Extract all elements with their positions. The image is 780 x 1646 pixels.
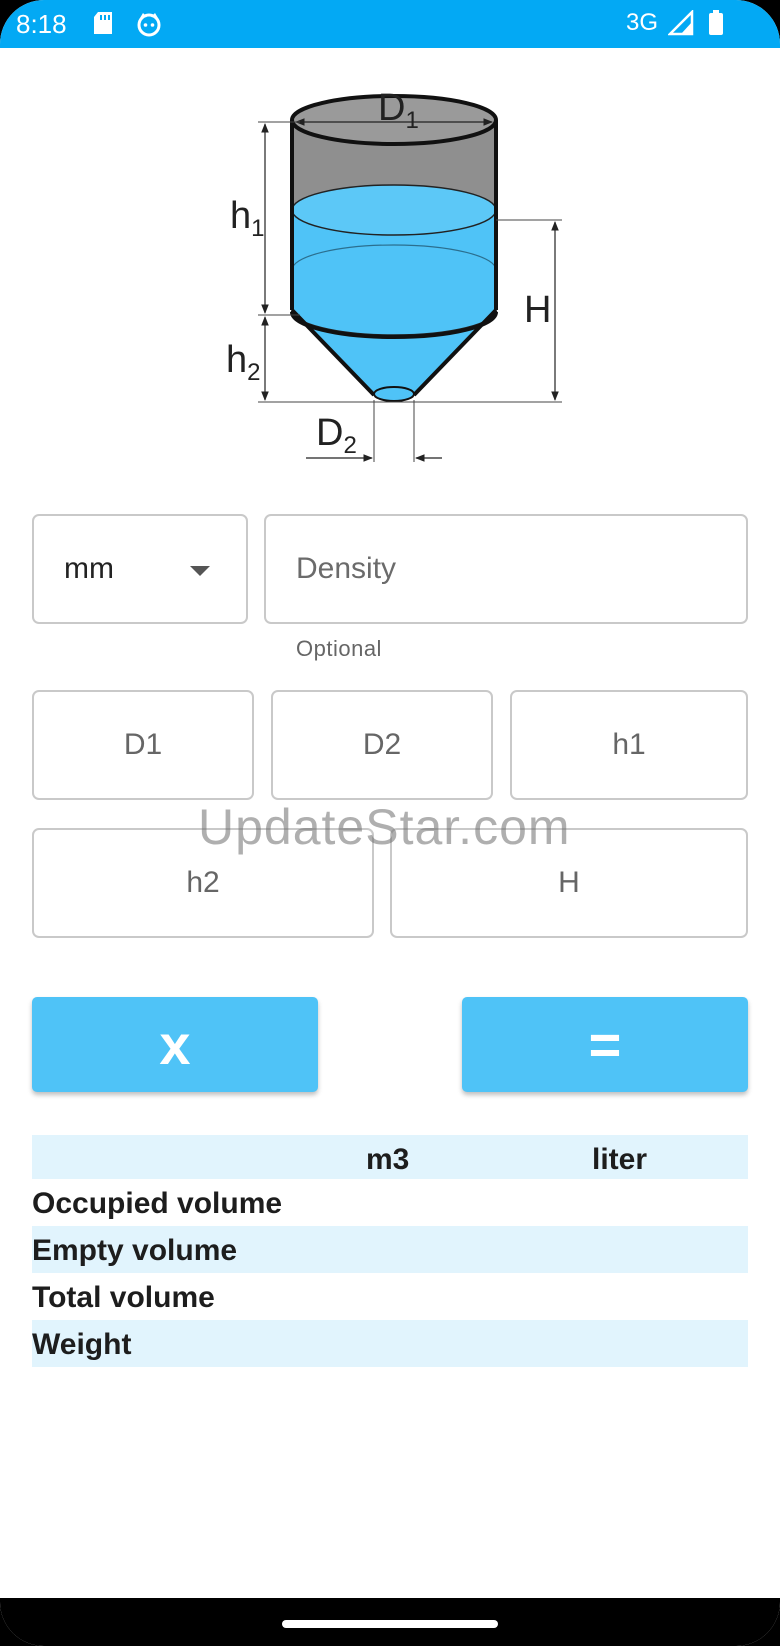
calculate-button[interactable]: = [462,997,748,1092]
home-gesture-handle[interactable] [282,1620,498,1628]
h2-placeholder: h2 [186,866,220,899]
result-row-empty: Empty volume [32,1226,748,1273]
h1-input[interactable]: h1 [510,690,748,800]
density-placeholder: Density [296,552,397,585]
results-header-row: m3 liter [32,1135,748,1179]
tank-diagram: D1 h1 h2 H D2 [226,87,562,462]
row-label: Empty volume [32,1234,238,1267]
d2-placeholder: D2 [362,728,402,761]
h1-placeholder: h1 [612,728,646,761]
d1-input[interactable]: D1 [32,690,254,800]
navigation-bar [0,1598,780,1646]
header-liter: liter [592,1143,648,1176]
label-h2: h2 [226,339,261,386]
d1-placeholder: D1 [123,728,163,761]
header-m3: m3 [366,1143,410,1176]
unit-dropdown[interactable]: mm [32,514,248,624]
density-helper-text: Optional [296,636,382,661]
row-label: Occupied volume [32,1187,283,1220]
result-row-weight: Weight [32,1320,748,1367]
status-time: 8:18 [16,9,67,39]
signal-icon [666,8,694,41]
notification-cat-icon [136,11,162,42]
unit-selected-value: mm [64,552,114,585]
label-d2: D2 [316,412,357,459]
battery-icon [708,10,724,41]
network-type: 3G [626,9,659,36]
app-screen: 8:18 3G D1 h1 h2 H D2 mm Density Optiona… [0,0,780,1646]
label-h: H [524,289,551,331]
label-h1: h1 [230,195,265,242]
h-placeholder: H [558,866,580,899]
row-label: Weight [32,1328,132,1361]
result-row-occupied: Occupied volume [32,1179,748,1226]
watermark-text: UpdateStar.com [198,799,571,855]
clear-button[interactable]: x [32,997,318,1092]
label-d1: D1 [378,87,419,134]
row-label: Total volume [32,1281,215,1314]
dropdown-arrow-icon [190,566,210,576]
status-bar: 8:18 3G [0,0,780,48]
d2-input[interactable]: D2 [271,690,493,800]
result-row-total: Total volume [32,1273,748,1320]
density-input[interactable]: Density [264,514,748,624]
results-table: m3 liter Occupied volume Empty volume To… [32,1135,748,1367]
sd-card-icon [92,11,114,40]
